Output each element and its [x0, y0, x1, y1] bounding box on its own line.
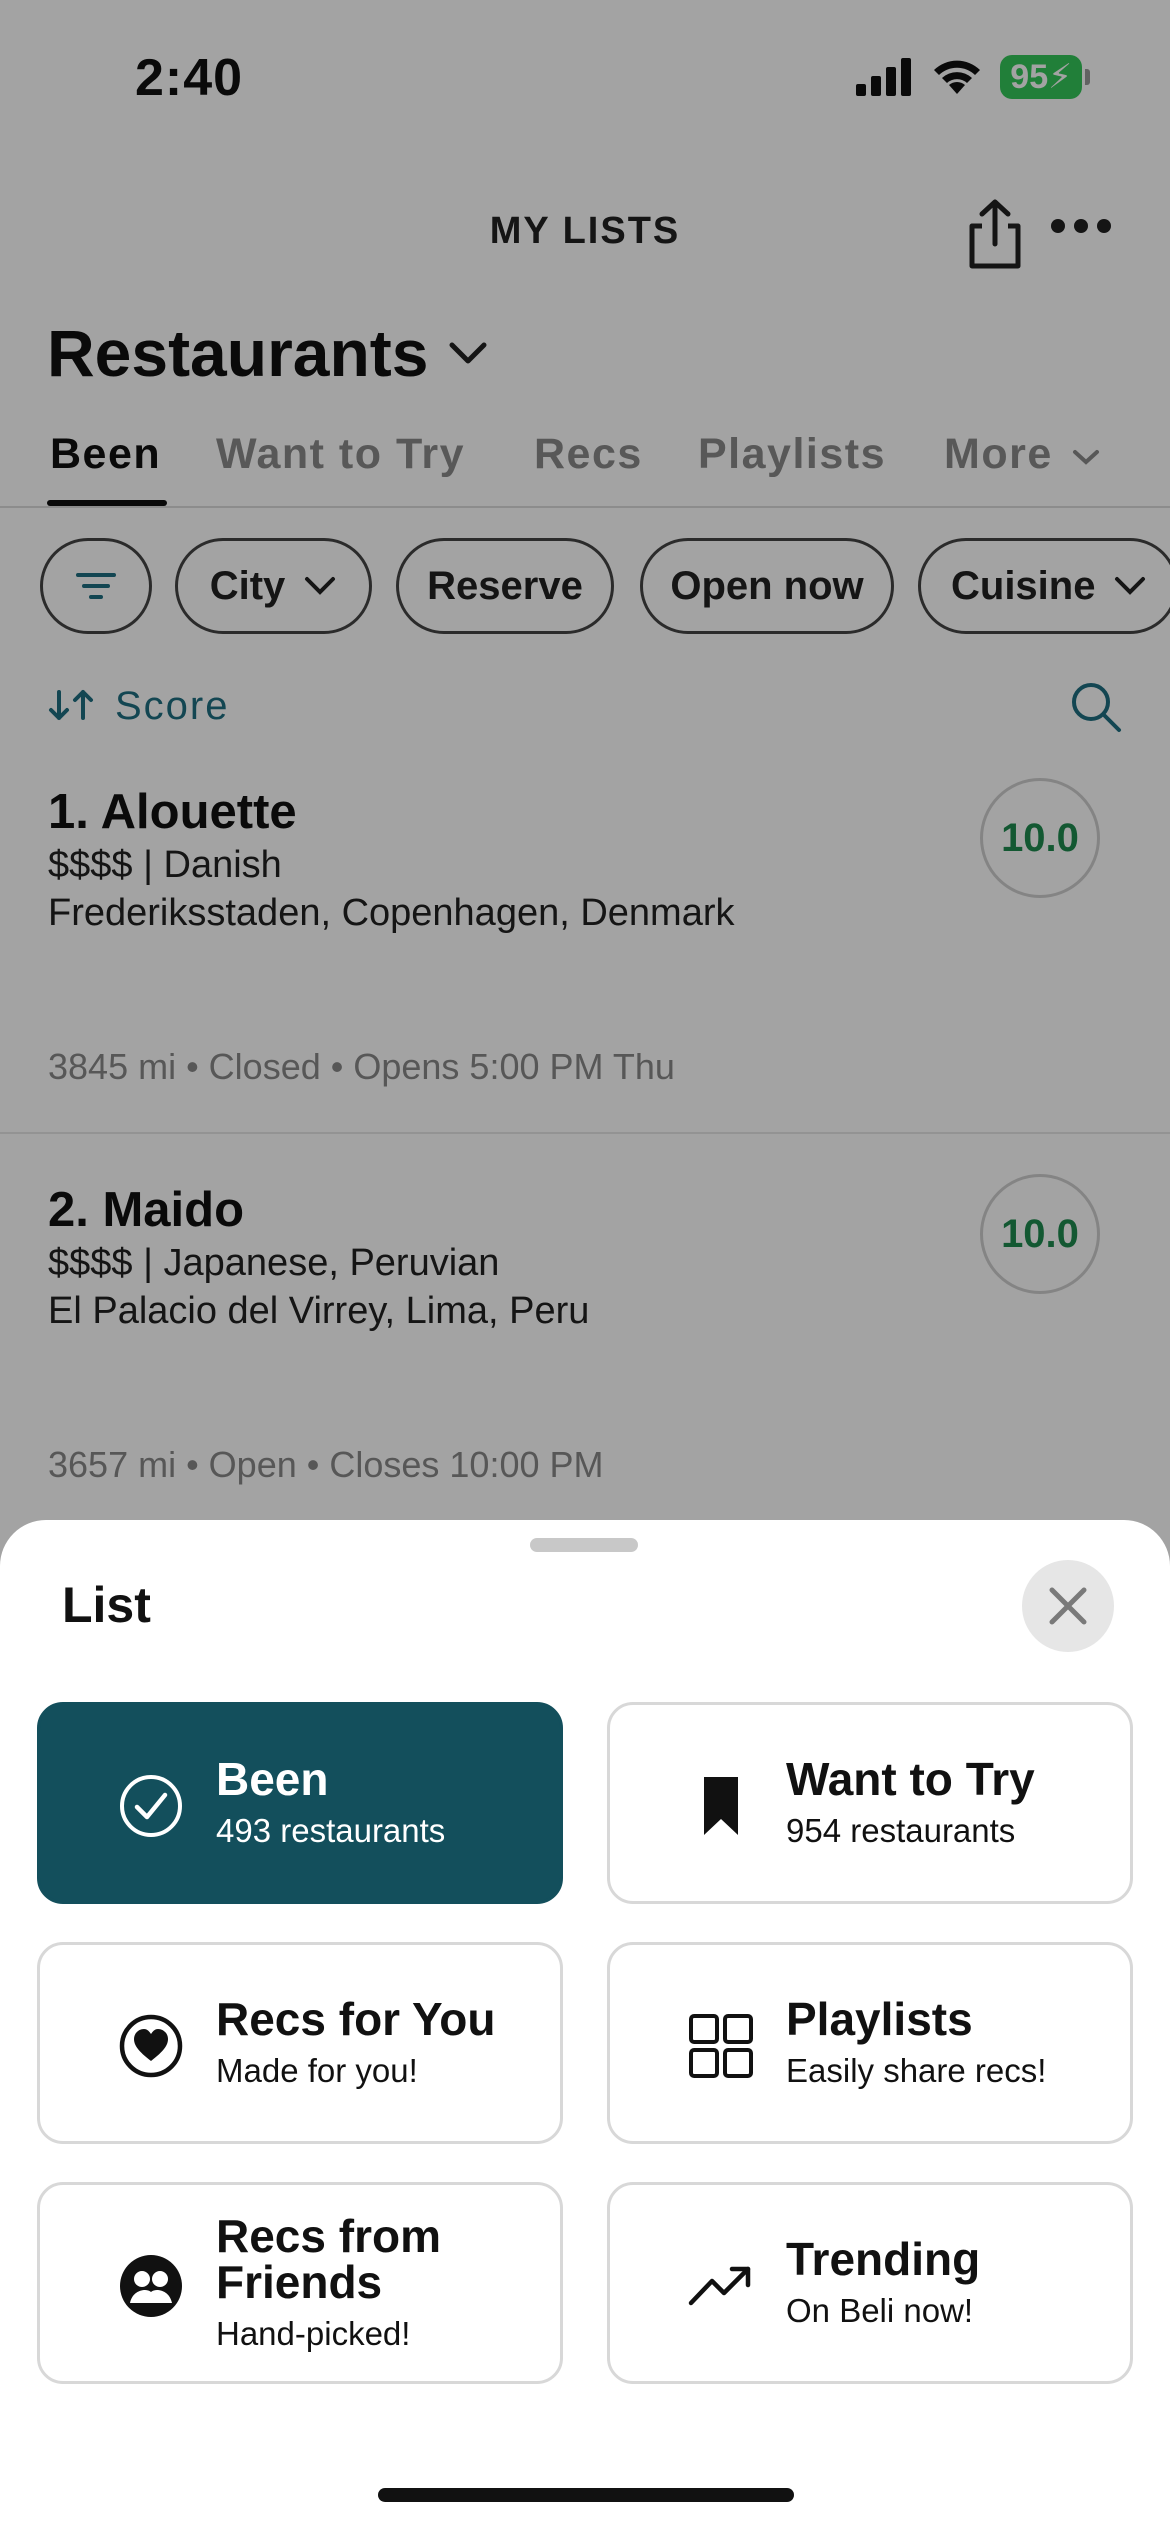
friends-icon — [118, 2253, 184, 2319]
close-icon — [1049, 1587, 1087, 1625]
card-title: Playlists — [786, 1993, 973, 2045]
home-indicator[interactable] — [378, 2488, 794, 2502]
trending-icon — [688, 2253, 754, 2319]
list-card-recs-for-you[interactable]: Recs for You Made for you! — [37, 1942, 563, 2144]
card-title: Recs for You — [216, 1993, 496, 2045]
list-card-been[interactable]: Been 493 restaurants — [37, 1702, 563, 1904]
grid-icon — [688, 2013, 754, 2079]
card-subtitle: 493 restaurants — [216, 1812, 446, 1849]
card-title: Want to Try — [786, 1753, 1035, 1805]
heart-circle-icon — [118, 2013, 184, 2079]
close-button[interactable] — [1022, 1560, 1114, 1652]
card-subtitle: Easily share recs! — [786, 2052, 1047, 2089]
card-title: Recs from Friends — [216, 2210, 441, 2308]
list-picker-sheet: List Been 493 restaurants Want to Try 95… — [0, 1520, 1170, 2532]
bookmark-icon — [688, 1773, 754, 1839]
list-card-trending[interactable]: Trending On Beli now! — [607, 2182, 1133, 2384]
card-subtitle: Made for you! — [216, 2052, 418, 2089]
card-subtitle: On Beli now! — [786, 2292, 974, 2329]
sheet-title: List — [62, 1577, 151, 1633]
sheet-grabber[interactable] — [530, 1538, 638, 1552]
check-circle-icon — [118, 1773, 184, 1839]
card-title: Been — [216, 1753, 329, 1805]
list-card-want-to-try[interactable]: Want to Try 954 restaurants — [607, 1702, 1133, 1904]
list-card-playlists[interactable]: Playlists Easily share recs! — [607, 1942, 1133, 2144]
card-title: Trending — [786, 2233, 981, 2285]
card-subtitle: Hand-picked! — [216, 2315, 411, 2352]
list-card-recs-from-friends[interactable]: Recs from Friends Hand-picked! — [37, 2182, 563, 2384]
card-subtitle: 954 restaurants — [786, 1812, 1016, 1849]
